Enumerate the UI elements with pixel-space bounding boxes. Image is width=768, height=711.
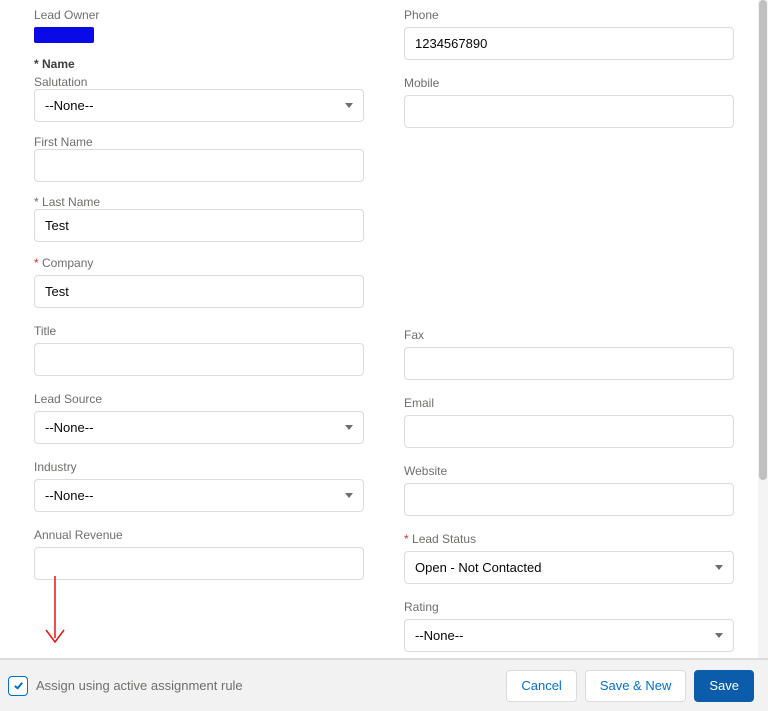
name-section-label: * Name bbox=[34, 57, 364, 71]
scrollbar-thumb[interactable] bbox=[759, 0, 767, 480]
email-input[interactable] bbox=[404, 415, 734, 448]
chevron-down-icon bbox=[715, 633, 723, 638]
phone-input[interactable] bbox=[404, 27, 734, 60]
lead-owner-value-redacted bbox=[34, 27, 94, 43]
rating-select[interactable]: --None-- bbox=[404, 619, 734, 652]
website-label: Website bbox=[404, 464, 734, 480]
email-label: Email bbox=[404, 396, 734, 412]
website-input[interactable] bbox=[404, 483, 734, 516]
industry-select[interactable]: --None-- bbox=[34, 479, 364, 512]
company-label: * Company bbox=[34, 256, 364, 272]
phone-label: Phone bbox=[404, 8, 734, 24]
fax-input[interactable] bbox=[404, 347, 734, 380]
chevron-down-icon bbox=[715, 565, 723, 570]
lead-owner-label: Lead Owner bbox=[34, 8, 364, 24]
annual-revenue-label: Annual Revenue bbox=[34, 528, 364, 544]
scrollbar[interactable] bbox=[758, 0, 768, 658]
chevron-down-icon bbox=[345, 103, 353, 108]
last-name-input[interactable] bbox=[34, 209, 364, 242]
lead-source-label: Lead Source bbox=[34, 392, 364, 408]
mobile-label: Mobile bbox=[404, 76, 734, 92]
chevron-down-icon bbox=[345, 493, 353, 498]
first-name-label: First Name bbox=[34, 135, 93, 149]
assign-rule-checkbox[interactable] bbox=[8, 676, 28, 696]
footer-bar: Assign using active assignment rule Canc… bbox=[0, 658, 768, 711]
title-input[interactable] bbox=[34, 343, 364, 376]
assign-rule-label: Assign using active assignment rule bbox=[36, 678, 506, 693]
lead-status-select[interactable]: Open - Not Contacted bbox=[404, 551, 734, 584]
lead-source-select[interactable]: --None-- bbox=[34, 411, 364, 444]
save-and-new-button[interactable]: Save & New bbox=[585, 670, 687, 702]
annual-revenue-input[interactable] bbox=[34, 547, 364, 580]
industry-label: Industry bbox=[34, 460, 364, 476]
lead-status-label: * Lead Status bbox=[404, 532, 734, 548]
salutation-label: Salutation bbox=[34, 75, 87, 89]
checkmark-icon bbox=[13, 680, 24, 691]
rating-label: Rating bbox=[404, 600, 734, 616]
title-label: Title bbox=[34, 324, 364, 340]
chevron-down-icon bbox=[345, 425, 353, 430]
lead-owner-field: Lead Owner bbox=[34, 8, 364, 43]
save-button[interactable]: Save bbox=[694, 670, 754, 702]
fax-label: Fax bbox=[404, 328, 734, 344]
last-name-label: * Last Name bbox=[34, 195, 100, 209]
cancel-button[interactable]: Cancel bbox=[506, 670, 576, 702]
mobile-input[interactable] bbox=[404, 95, 734, 128]
salutation-select[interactable]: --None-- bbox=[34, 89, 364, 122]
first-name-input[interactable] bbox=[34, 149, 364, 182]
company-input[interactable] bbox=[34, 275, 364, 308]
